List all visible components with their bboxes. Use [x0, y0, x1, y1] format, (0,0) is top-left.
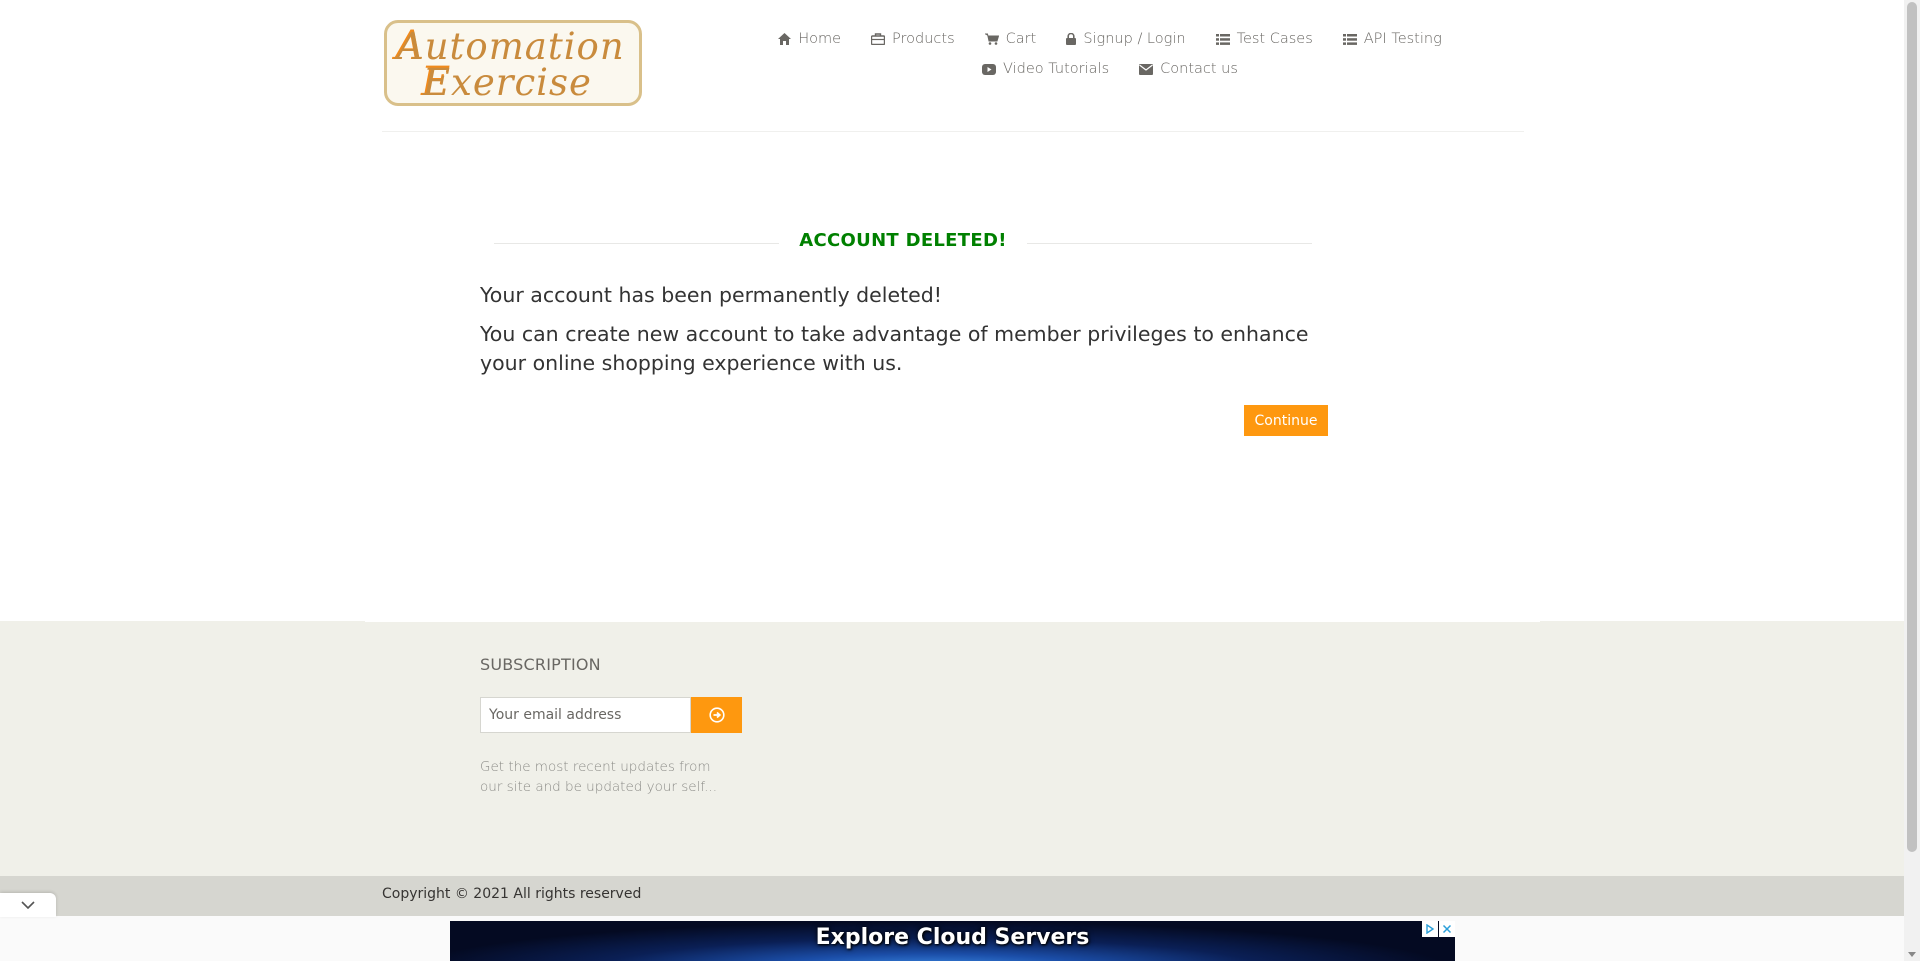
- cart-icon: [984, 33, 999, 45]
- close-icon: [1442, 924, 1452, 934]
- envelope-icon: [1139, 63, 1154, 75]
- page-scrollbar[interactable]: [1904, 0, 1920, 961]
- scrollbar-thumb[interactable]: [1907, 2, 1917, 852]
- subscription-email-input[interactable]: [480, 697, 691, 733]
- nav-contact-us-label: Contact us: [1160, 61, 1238, 77]
- copyright-text: Copyright © 2021 All rights reserved: [382, 886, 642, 902]
- nav-products-label: Products: [892, 31, 955, 47]
- subscription-description: Get the most recent updates from our sit…: [480, 759, 717, 795]
- nav-test-cases[interactable]: Test Cases: [1215, 31, 1313, 47]
- ad-collapse-toggle[interactable]: [0, 893, 56, 917]
- footer-top-line: [365, 621, 1540, 622]
- nav-cart-label: Cart: [1005, 31, 1037, 47]
- nav-video-tutorials[interactable]: Video Tutorials: [982, 61, 1109, 77]
- nav-test-cases-label: Test Cases: [1236, 31, 1313, 47]
- footer-bottom: Copyright © 2021 All rights reserved: [0, 876, 1904, 916]
- privileges-message: You can create new account to take advan…: [480, 322, 1309, 375]
- subscribe-button[interactable]: [691, 697, 742, 733]
- ad-banner[interactable]: Explore Cloud Servers: [450, 921, 1455, 961]
- nav-api-testing[interactable]: API Testing: [1342, 31, 1442, 47]
- nav-api-testing-label: API Testing: [1363, 31, 1442, 47]
- ad-choices-icon: [1426, 924, 1435, 934]
- scroll-down-arrow[interactable]: [1908, 952, 1916, 957]
- page-title: ACCOUNT DELETED!: [779, 230, 1027, 251]
- ad-banner-text: Explore Cloud Servers: [815, 925, 1090, 950]
- ad-close-button[interactable]: [1439, 921, 1455, 937]
- nav-contact-us[interactable]: Contact us: [1139, 61, 1238, 77]
- main-nav: Home Products Cart Signup / Login Test C…: [770, 24, 1450, 84]
- deleted-message: Your account has been permanently delete…: [480, 283, 942, 307]
- account-deleted-title: ACCOUNT DELETED!: [494, 228, 1312, 258]
- nav-video-tutorials-label: Video Tutorials: [1003, 61, 1110, 77]
- nav-products[interactable]: Products: [871, 31, 955, 47]
- continue-button[interactable]: Continue: [1244, 405, 1328, 436]
- nav-home-label: Home: [798, 31, 842, 47]
- shopping-bag-icon: [871, 33, 886, 45]
- logo-text-line2: Exercise: [423, 61, 592, 104]
- chevron-down-icon: [21, 901, 35, 909]
- ad-controls: [1422, 921, 1455, 937]
- list-icon: [1215, 33, 1230, 45]
- nav-signup-login-label: Signup / Login: [1083, 31, 1186, 47]
- list-icon: [1342, 33, 1357, 45]
- lock-icon: [1066, 33, 1077, 45]
- arrow-circle-right-icon: [708, 707, 725, 723]
- nav-row-1: Home Products Cart Signup / Login Test C…: [770, 24, 1450, 54]
- nav-home[interactable]: Home: [778, 31, 841, 47]
- nav-row-2: Video Tutorials Contact us: [770, 54, 1450, 84]
- site-logo[interactable]: A E Automation Exercise: [384, 20, 642, 106]
- ad-choices-button[interactable]: [1422, 921, 1438, 937]
- header: A E Automation Exercise Home Products Ca…: [0, 0, 1904, 134]
- footer-widget: SUBSCRIPTION Get the most recent updates…: [0, 621, 1904, 876]
- nav-signup-login[interactable]: Signup / Login: [1066, 31, 1186, 47]
- youtube-play-icon: [982, 63, 997, 75]
- subscription-title: SUBSCRIPTION: [480, 655, 601, 674]
- home-icon: [778, 33, 792, 45]
- nav-cart[interactable]: Cart: [984, 31, 1037, 47]
